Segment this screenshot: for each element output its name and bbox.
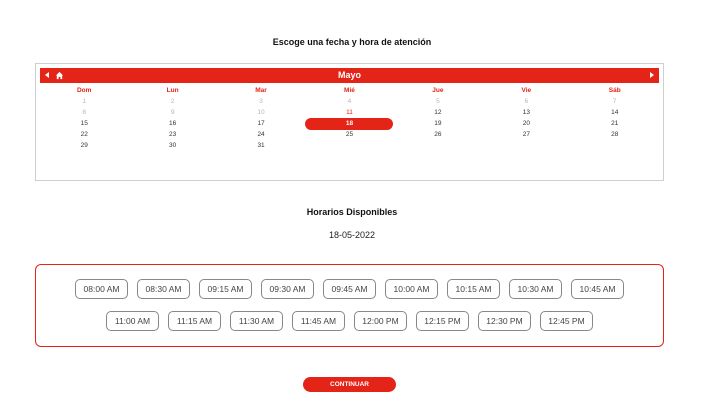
time-slot-button[interactable]: 09:45 AM <box>323 279 376 299</box>
calendar-empty-cell <box>482 140 570 151</box>
time-slot-button[interactable]: 11:00 AM <box>106 311 159 331</box>
calendar-day-selected[interactable]: 18 <box>305 117 394 130</box>
calendar-empty-cell <box>394 140 482 151</box>
time-slot-button[interactable]: 11:45 AM <box>292 311 345 331</box>
calendar-day[interactable]: 20 <box>482 118 570 129</box>
time-slot-button[interactable]: 09:15 AM <box>199 279 252 299</box>
calendar-day: 1 <box>82 98 87 105</box>
calendar-day[interactable]: 16 <box>128 118 216 129</box>
weekday-sab: Sáb <box>608 87 621 94</box>
weekday-row: Dom Lun Mar Mié Jue Vie Sáb <box>40 85 659 96</box>
weekday-jue: Jue <box>432 87 444 94</box>
time-slot-button[interactable]: 12:15 PM <box>416 311 469 331</box>
time-slot-button[interactable]: 09:30 AM <box>261 279 314 299</box>
calendar-day: 3 <box>259 98 263 105</box>
calendar-empty-cell <box>571 140 659 151</box>
calendar-day: 8 <box>82 109 87 116</box>
calendar-week: 15 16 17 18 19 20 21 <box>40 117 659 130</box>
calendar-week: 22 23 24 25 26 27 28 <box>40 129 659 140</box>
continue-button[interactable]: CONTINUAR <box>303 377 396 392</box>
calendar-empty-cell <box>305 140 393 151</box>
calendar-day[interactable]: 30 <box>128 140 216 151</box>
weekday-lun: Lun <box>166 87 179 94</box>
time-slot-button[interactable]: 10:00 AM <box>385 279 438 299</box>
time-slot-button[interactable]: 12:30 PM <box>478 311 531 331</box>
calendar-week: 1 2 3 4 5 6 7 <box>40 96 659 107</box>
calendar-header: Mayo <box>40 68 659 83</box>
time-slots-panel: 08:00 AM 08:30 AM 09:15 AM 09:30 AM 09:4… <box>35 264 664 347</box>
calendar-month: Mayo <box>337 70 361 80</box>
calendar-day[interactable]: 13 <box>482 107 570 118</box>
calendar-day[interactable]: 15 <box>40 118 128 129</box>
calendar-day[interactable]: 12 <box>394 107 482 118</box>
time-slots-row: 11:00 AM 11:15 AM 11:30 AM 11:45 AM 12:0… <box>36 311 663 331</box>
time-slot-button[interactable]: 10:45 AM <box>571 279 624 299</box>
weekday-mar: Mar <box>255 87 267 94</box>
weekday-mie: Mié <box>344 87 355 94</box>
calendar-day: 10 <box>257 109 265 116</box>
calendar-day[interactable]: 23 <box>128 129 216 140</box>
calendar-day: 9 <box>170 109 175 116</box>
time-slot-button[interactable]: 11:15 AM <box>168 311 221 331</box>
calendar: Mayo Dom Lun Mar Mié Jue Vie Sáb 1 2 3 4… <box>35 63 664 181</box>
horarios-title: Horarios Disponibles <box>306 207 398 217</box>
weekday-dom: Dom <box>76 87 92 94</box>
calendar-day: 7 <box>612 98 617 105</box>
calendar-day: 6 <box>524 98 529 105</box>
calendar-day-today[interactable]: 11 <box>305 107 393 118</box>
calendar-day[interactable]: 24 <box>217 129 305 140</box>
calendar-day[interactable]: 31 <box>217 140 305 151</box>
calendar-day: 2 <box>170 98 175 105</box>
calendar-day[interactable]: 22 <box>40 129 128 140</box>
calendar-grid: Dom Lun Mar Mié Jue Vie Sáb 1 2 3 4 5 6 … <box>40 85 659 151</box>
time-slot-button[interactable]: 08:30 AM <box>137 279 190 299</box>
calendar-day: 5 <box>436 98 440 105</box>
calendar-day[interactable]: 25 <box>305 129 393 140</box>
time-slot-button[interactable]: 10:15 AM <box>447 279 500 299</box>
time-slot-button[interactable]: 11:30 AM <box>230 311 283 331</box>
calendar-day[interactable]: 14 <box>571 107 659 118</box>
calendar-day[interactable]: 19 <box>394 118 482 129</box>
selected-date: 18-05-2022 <box>328 230 376 240</box>
page-title: Escoge una fecha y hora de atención <box>272 37 432 47</box>
calendar-day[interactable]: 17 <box>217 118 305 129</box>
calendar-day[interactable]: 27 <box>482 129 570 140</box>
selected-day-label: 18 <box>305 117 394 130</box>
time-slots-row: 08:00 AM 08:30 AM 09:15 AM 09:30 AM 09:4… <box>36 279 663 299</box>
time-slot-button[interactable]: 10:30 AM <box>509 279 562 299</box>
weekday-vie: Vie <box>521 87 532 94</box>
calendar-day[interactable]: 29 <box>40 140 128 151</box>
calendar-week: 29 30 31 <box>40 140 659 151</box>
calendar-day[interactable]: 26 <box>394 129 482 140</box>
calendar-day: 4 <box>347 98 352 105</box>
calendar-week: 8 9 10 11 12 13 14 <box>40 107 659 118</box>
time-slot-button[interactable]: 08:00 AM <box>75 279 128 299</box>
calendar-day[interactable]: 21 <box>571 118 659 129</box>
calendar-day[interactable]: 28 <box>571 129 659 140</box>
chevron-right-icon[interactable] <box>650 72 654 78</box>
time-slot-button[interactable]: 12:45 PM <box>540 311 593 331</box>
time-slot-button[interactable]: 12:00 PM <box>354 311 407 331</box>
